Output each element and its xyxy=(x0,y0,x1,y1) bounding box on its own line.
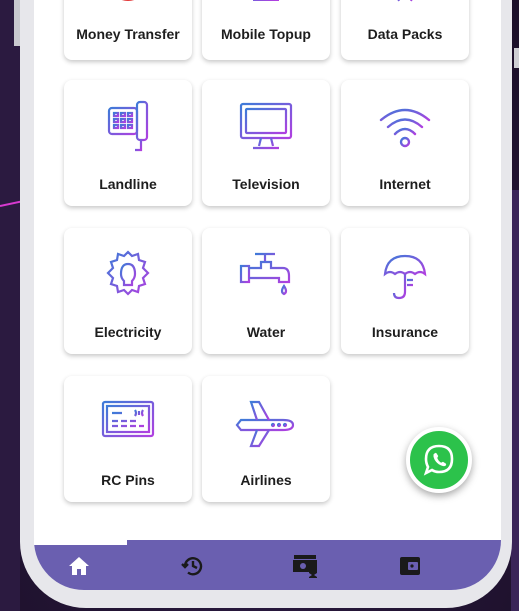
service-label: RC Pins xyxy=(101,472,155,488)
service-tile-money-transfer[interactable]: Money Transfer xyxy=(64,0,192,60)
active-tab-indicator xyxy=(34,540,127,545)
service-label: Insurance xyxy=(371,324,439,340)
service-label: Mobile Topup xyxy=(221,26,311,42)
wifi-icon xyxy=(341,100,469,154)
service-tile-data-packs[interactable]: Data Packs xyxy=(341,0,469,60)
card-icon xyxy=(64,396,192,450)
television-icon xyxy=(202,100,330,154)
nav-history[interactable] xyxy=(179,552,207,580)
service-tile-television[interactable]: Television xyxy=(202,80,330,206)
nav-home[interactable] xyxy=(65,552,93,580)
service-tile-airlines[interactable]: Airlines xyxy=(202,376,330,502)
water-tap-icon xyxy=(202,248,330,302)
service-label: Water xyxy=(246,324,286,340)
umbrella-icon xyxy=(341,248,469,302)
whatsapp-button[interactable] xyxy=(406,427,472,493)
home-icon xyxy=(69,557,89,575)
service-tile-water[interactable]: Water xyxy=(202,228,330,354)
background-strip-right xyxy=(514,48,519,68)
mobile-topup-icon xyxy=(202,0,330,4)
service-label: Electricity xyxy=(94,324,162,340)
landline-phone-icon xyxy=(64,100,192,154)
service-tile-insurance[interactable]: Insurance xyxy=(341,228,469,354)
service-tile-electricity[interactable]: Electricity xyxy=(64,228,192,354)
cash-icon xyxy=(293,555,317,578)
app-screen: Money Transfer Mobile Topup Data Packs L… xyxy=(34,0,501,590)
service-tile-internet[interactable]: Internet xyxy=(341,80,469,206)
background-panel-left xyxy=(0,0,20,611)
lightbulb-icon xyxy=(64,248,192,302)
money-transfer-icon xyxy=(64,0,192,4)
nav-wallet[interactable] xyxy=(396,552,424,580)
history-icon xyxy=(181,557,203,576)
whatsapp-icon xyxy=(423,444,454,476)
service-tile-rc-pins[interactable]: RC Pins xyxy=(64,376,192,502)
service-label: Television xyxy=(232,176,300,192)
service-label: Internet xyxy=(379,176,431,192)
airplane-icon xyxy=(202,396,330,450)
wallet-icon xyxy=(400,557,420,575)
service-label: Airlines xyxy=(240,472,292,488)
background-panel-right xyxy=(511,190,519,611)
data-packs-icon xyxy=(341,0,469,4)
service-label: Landline xyxy=(99,176,157,192)
nav-cash[interactable] xyxy=(291,552,319,580)
bottom-navigation xyxy=(34,540,501,590)
service-tile-mobile-topup[interactable]: Mobile Topup xyxy=(202,0,330,60)
service-label: Data Packs xyxy=(367,26,443,42)
service-label: Money Transfer xyxy=(76,26,180,42)
service-tile-landline[interactable]: Landline xyxy=(64,80,192,206)
